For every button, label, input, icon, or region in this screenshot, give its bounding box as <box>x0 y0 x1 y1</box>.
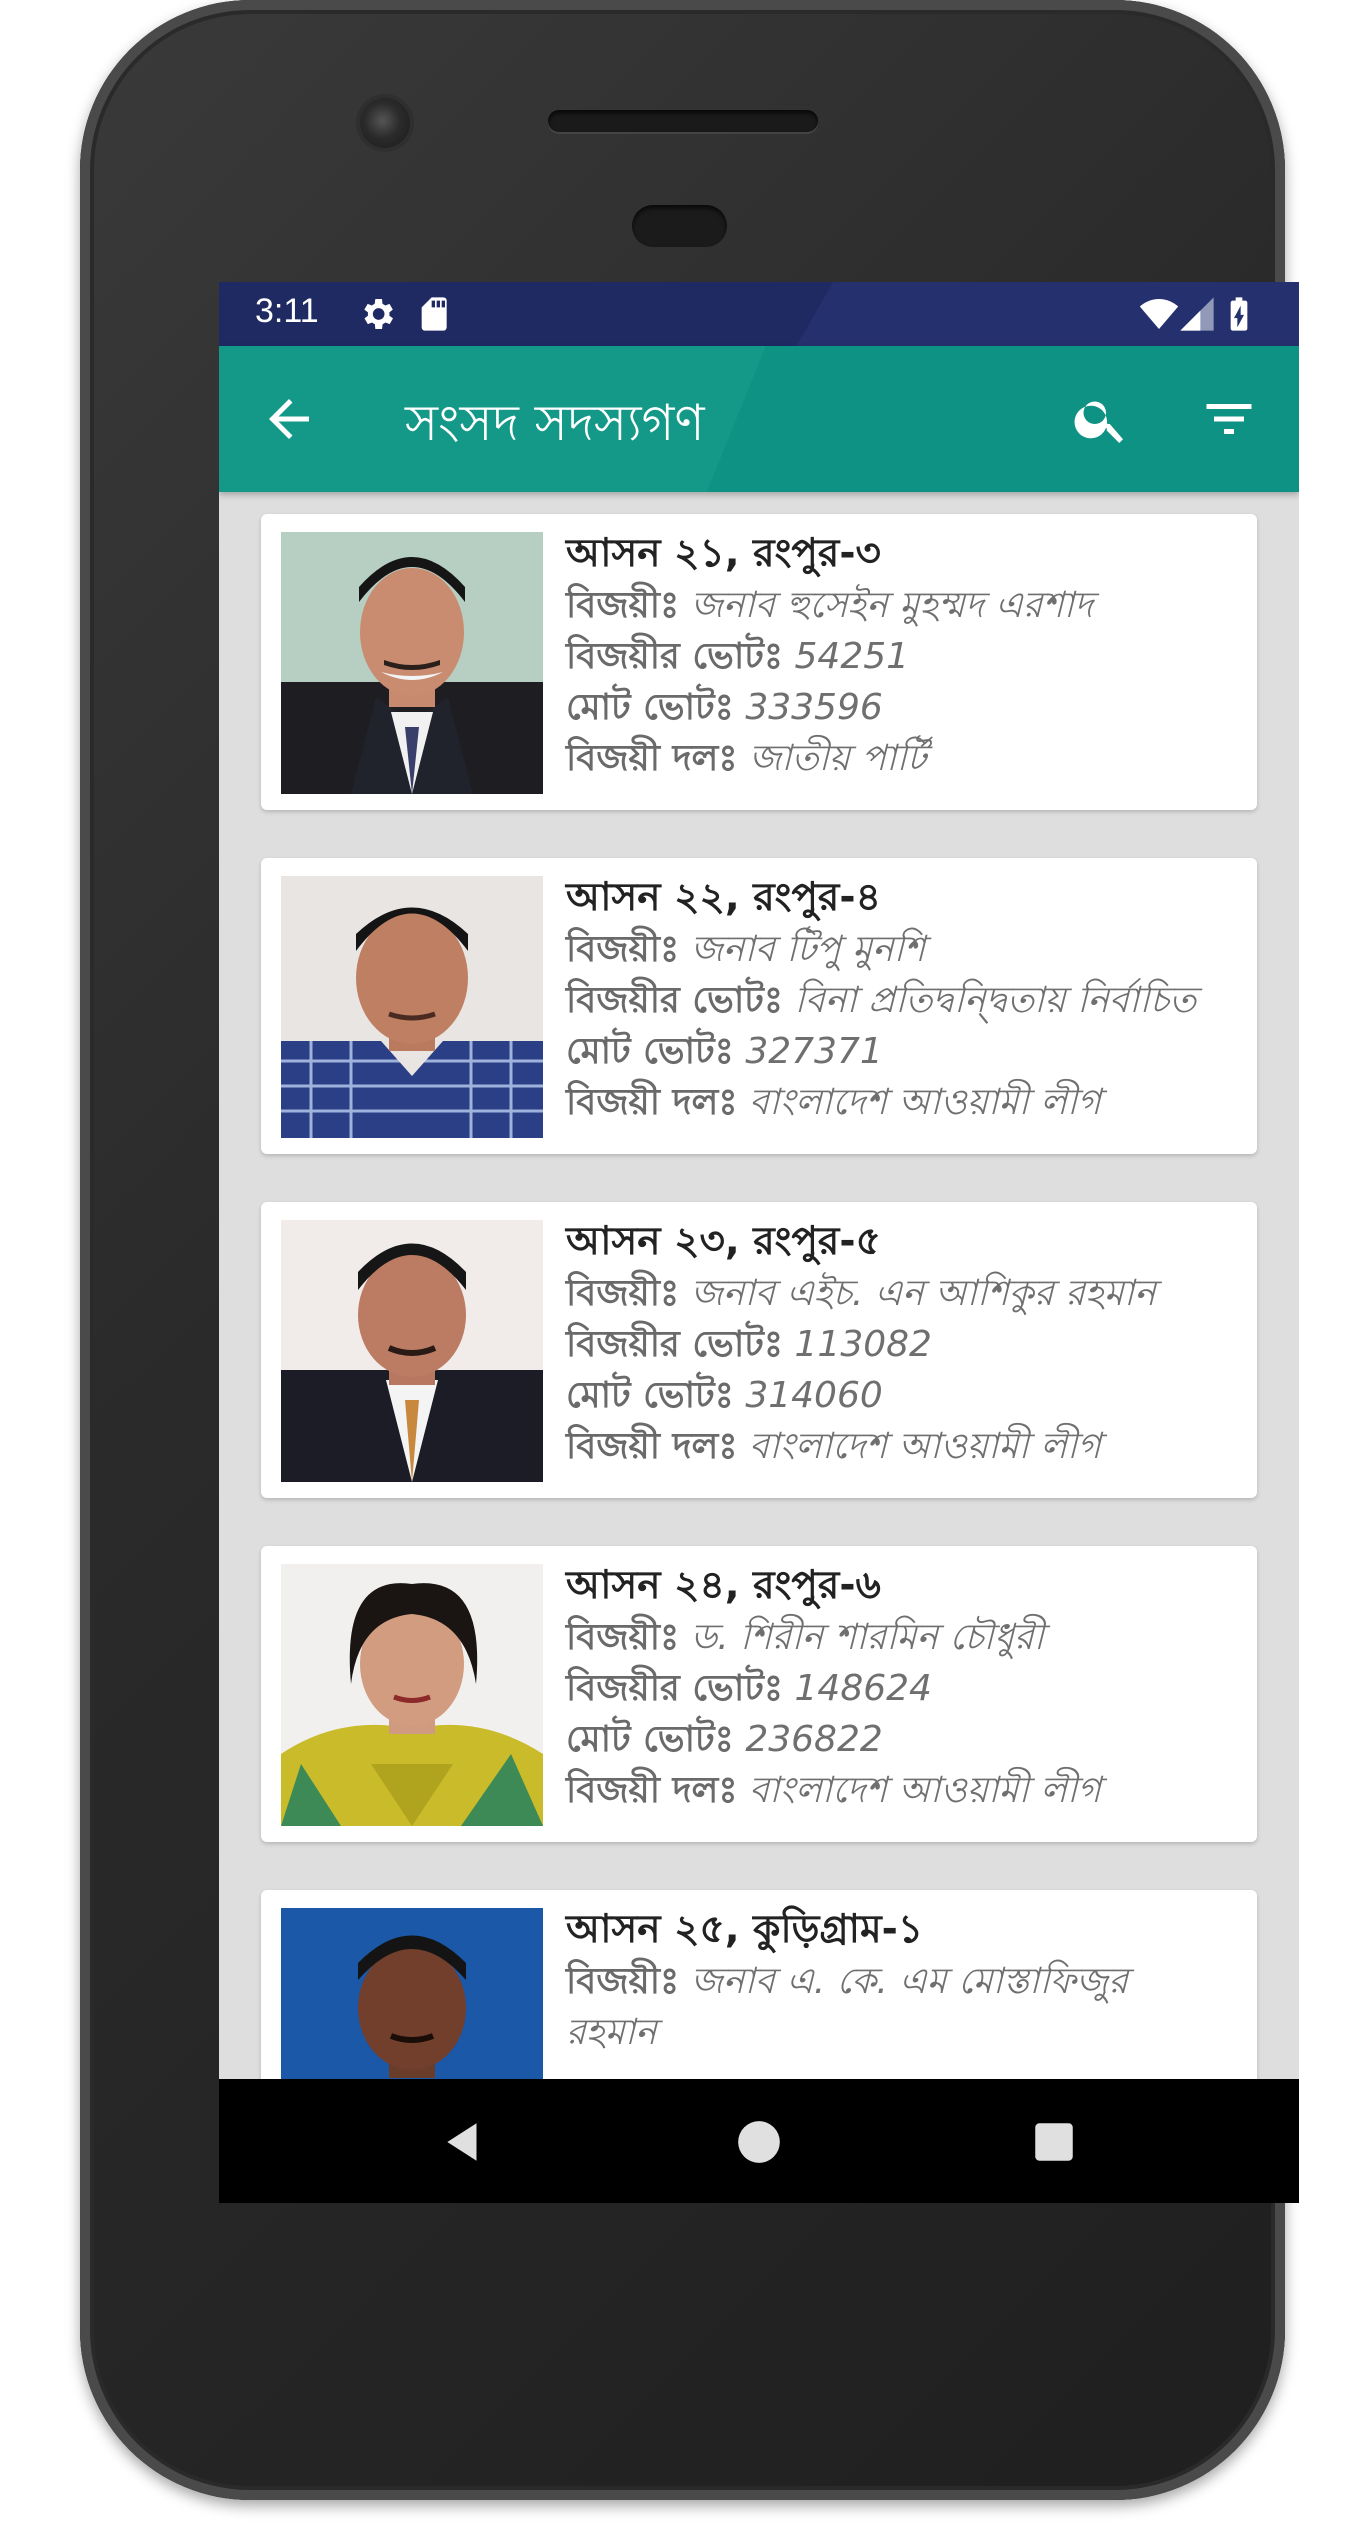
member-card[interactable]: আসন ২৪, রংপুর-৬ বিজয়ীঃ ড. শিরীন শারমিন … <box>261 1546 1257 1842</box>
party-label: বিজয়ী দলঃ <box>566 1082 738 1123</box>
system-nav-bar <box>219 2079 1299 2203</box>
total-votes-row: মোট ভোটঃ 236822 <box>566 1714 1246 1765</box>
member-info: আসন ২৫, কুড়িগ্রাম-১ বিজয়ীঃ জনাব এ. কে.… <box>566 1904 1246 2058</box>
winner-name-continued: রহমান <box>566 2007 1246 2058</box>
winner-label: বিজয়ীঃ <box>566 1273 680 1314</box>
total-votes-row: মোট ভোটঃ 333596 <box>566 682 1246 733</box>
winner-name: ড. শিরীন শারমিন চৌধুরী <box>690 1617 1045 1658</box>
winner-row: বিজয়ীঃ জনাব এইচ. এন আশিকুর রহমান <box>566 1268 1246 1319</box>
member-photo <box>281 876 543 1138</box>
winner-votes-row: বিজয়ীর ভোটঃ 113082 <box>566 1319 1246 1370</box>
member-info: আসন ২১, রংপুর-৩ বিজয়ীঃ জনাব হুসেইন মুহম… <box>566 528 1246 784</box>
total-votes-row: মোট ভোটঃ 314060 <box>566 1370 1246 1421</box>
party-row: বিজয়ী দলঃ বাংলাদেশ আওয়ামী লীগ <box>566 1077 1246 1128</box>
winner-votes-label: বিজয়ীর ভোটঃ <box>566 980 784 1021</box>
gear-icon <box>364 299 393 329</box>
battery-charging-icon <box>1230 297 1248 331</box>
party-row: বিজয়ী দলঃ জাতীয় পার্টি <box>566 733 1246 784</box>
app-bar: সংসদ সদস্যগণ <box>219 346 1299 492</box>
party-value: বাংলাদেশ আওয়ামী লীগ <box>748 1426 1101 1467</box>
sd-card-icon <box>421 297 447 331</box>
front-camera <box>360 98 410 148</box>
winner-votes-value: 113082 <box>794 1324 932 1365</box>
status-time: 3:11 <box>255 292 319 330</box>
nav-recents-icon[interactable] <box>1029 2117 1079 2167</box>
winner-row: বিজয়ীঃ জনাব টিপু মুনশি <box>566 924 1246 975</box>
phone-frame: 3:11 সংসদ সদস্যগণ আসন ২১, রংপুর-৩ বিজয়ী… <box>80 0 1299 2500</box>
winner-votes-label: বিজয়ীর ভোটঃ <box>566 636 784 677</box>
winner-name: জনাব টিপু মুনশি <box>690 929 926 970</box>
member-photo <box>281 1220 543 1482</box>
seat-title: আসন ২৩, রংপুর-৫ <box>566 1219 881 1264</box>
member-card[interactable]: আসন ২১, রংপুর-৩ বিজয়ীঃ জনাব হুসেইন মুহম… <box>261 514 1257 810</box>
winner-label: বিজয়ীঃ <box>566 585 680 626</box>
winner-name-cont: রহমান <box>566 2012 657 2053</box>
member-photo <box>281 532 543 794</box>
winner-votes-value: বিনা প্রতিদ্বন্দ্বিতায় নির্বাচিত <box>794 980 1197 1021</box>
total-votes-value: 333596 <box>745 687 883 728</box>
winner-votes-label: বিজয়ীর ভোটঃ <box>566 1668 784 1709</box>
nav-back-icon[interactable] <box>439 2117 489 2167</box>
member-info: আসন ২৩, রংপুর-৫ বিজয়ীঃ জনাব এইচ. এন আশি… <box>566 1216 1246 1472</box>
signal-icon <box>1180 297 1214 331</box>
member-card[interactable]: আসন ২৩, রংপুর-৫ বিজয়ীঃ জনাব এইচ. এন আশি… <box>261 1202 1257 1498</box>
member-card[interactable]: আসন ২২, রংপুর-৪ বিজয়ীঃ জনাব টিপু মুনশি … <box>261 858 1257 1154</box>
winner-votes-value: 148624 <box>794 1668 932 1709</box>
winner-row: বিজয়ীঃ জনাব এ. কে. এম মোস্তাফিজুর <box>566 1956 1246 2007</box>
winner-label: বিজয়ীঃ <box>566 929 680 970</box>
seat-title: আসন ২২, রংপুর-৪ <box>566 875 881 920</box>
nav-home-icon[interactable] <box>734 2117 784 2167</box>
total-votes-label: মোট ভোটঃ <box>566 1031 734 1072</box>
member-info: আসন ২২, রংপুর-৪ বিজয়ীঃ জনাব টিপু মুনশি … <box>566 872 1246 1128</box>
wifi-icon <box>1139 299 1179 329</box>
winner-row: বিজয়ীঃ জনাব হুসেইন মুহম্মদ এরশাদ <box>566 580 1246 631</box>
party-label: বিজয়ী দলঃ <box>566 738 738 779</box>
member-photo <box>281 1564 543 1826</box>
total-votes-value: 314060 <box>745 1375 883 1416</box>
page-title: সংসদ সদস্যগণ <box>405 394 705 452</box>
party-label: বিজয়ী দলঃ <box>566 1426 738 1467</box>
party-value: বাংলাদেশ আওয়ামী লীগ <box>748 1082 1101 1123</box>
winner-name: জনাব এইচ. এন আশিকুর রহমান <box>690 1273 1156 1314</box>
seat-title: আসন ২১, রংপুর-৩ <box>566 531 881 576</box>
total-votes-label: মোট ভোটঃ <box>566 1719 734 1760</box>
total-votes-label: মোট ভোটঃ <box>566 1375 734 1416</box>
winner-row: বিজয়ীঃ ড. শিরীন শারমিন চৌধুরী <box>566 1612 1246 1663</box>
winner-votes-row: বিজয়ীর ভোটঃ বিনা প্রতিদ্বন্দ্বিতায় নির… <box>566 975 1246 1026</box>
proximity-sensor <box>632 205 727 247</box>
search-icon[interactable] <box>1071 389 1131 449</box>
member-list: আসন ২১, রংপুর-৩ বিজয়ীঃ জনাব হুসেইন মুহম… <box>219 492 1299 2093</box>
screen: 3:11 সংসদ সদস্যগণ আসন ২১, রংপুর-৩ বিজয়ী… <box>219 282 1299 2203</box>
total-votes-value: 236822 <box>745 1719 883 1760</box>
winner-votes-label: বিজয়ীর ভোটঃ <box>566 1324 784 1365</box>
member-card[interactable]: আসন ২৫, কুড়িগ্রাম-১ বিজয়ীঃ জনাব এ. কে.… <box>261 1890 1257 2093</box>
winner-label: বিজয়ীঃ <box>566 1961 680 2002</box>
status-bar: 3:11 <box>219 282 1299 346</box>
party-row: বিজয়ী দলঃ বাংলাদেশ আওয়ামী লীগ <box>566 1421 1246 1472</box>
winner-votes-value: 54251 <box>794 636 910 677</box>
seat-title: আসন ২৫, কুড়িগ্রাম-১ <box>566 1907 924 1952</box>
seat-title: আসন ২৪, রংপুর-৬ <box>566 1563 881 1608</box>
winner-votes-row: বিজয়ীর ভোটঃ 148624 <box>566 1663 1246 1714</box>
filter-icon[interactable] <box>1199 389 1259 449</box>
party-row: বিজয়ী দলঃ বাংলাদেশ আওয়ামী লীগ <box>566 1765 1246 1816</box>
party-value: জাতীয় পার্টি <box>748 738 927 779</box>
arrow-back-icon[interactable] <box>259 389 319 449</box>
party-label: বিজয়ী দলঃ <box>566 1770 738 1811</box>
winner-votes-row: বিজয়ীর ভোটঃ 54251 <box>566 631 1246 682</box>
member-info: আসন ২৪, রংপুর-৬ বিজয়ীঃ ড. শিরীন শারমিন … <box>566 1560 1246 1816</box>
total-votes-value: 327371 <box>745 1031 883 1072</box>
total-votes-label: মোট ভোটঃ <box>566 687 734 728</box>
winner-label: বিজয়ীঃ <box>566 1617 680 1658</box>
winner-name: জনাব এ. কে. এম মোস্তাফিজুর <box>690 1961 1129 2002</box>
party-value: বাংলাদেশ আওয়ামী লীগ <box>748 1770 1101 1811</box>
member-photo <box>281 1908 543 2093</box>
total-votes-row: মোট ভোটঃ 327371 <box>566 1026 1246 1077</box>
page: 3:11 সংসদ সদস্যগণ আসন ২১, রংপুর-৩ বিজয়ী… <box>0 0 1370 2532</box>
earpiece-speaker <box>548 110 818 132</box>
winner-name: জনাব হুসেইন মুহম্মদ এরশাদ <box>690 585 1094 626</box>
